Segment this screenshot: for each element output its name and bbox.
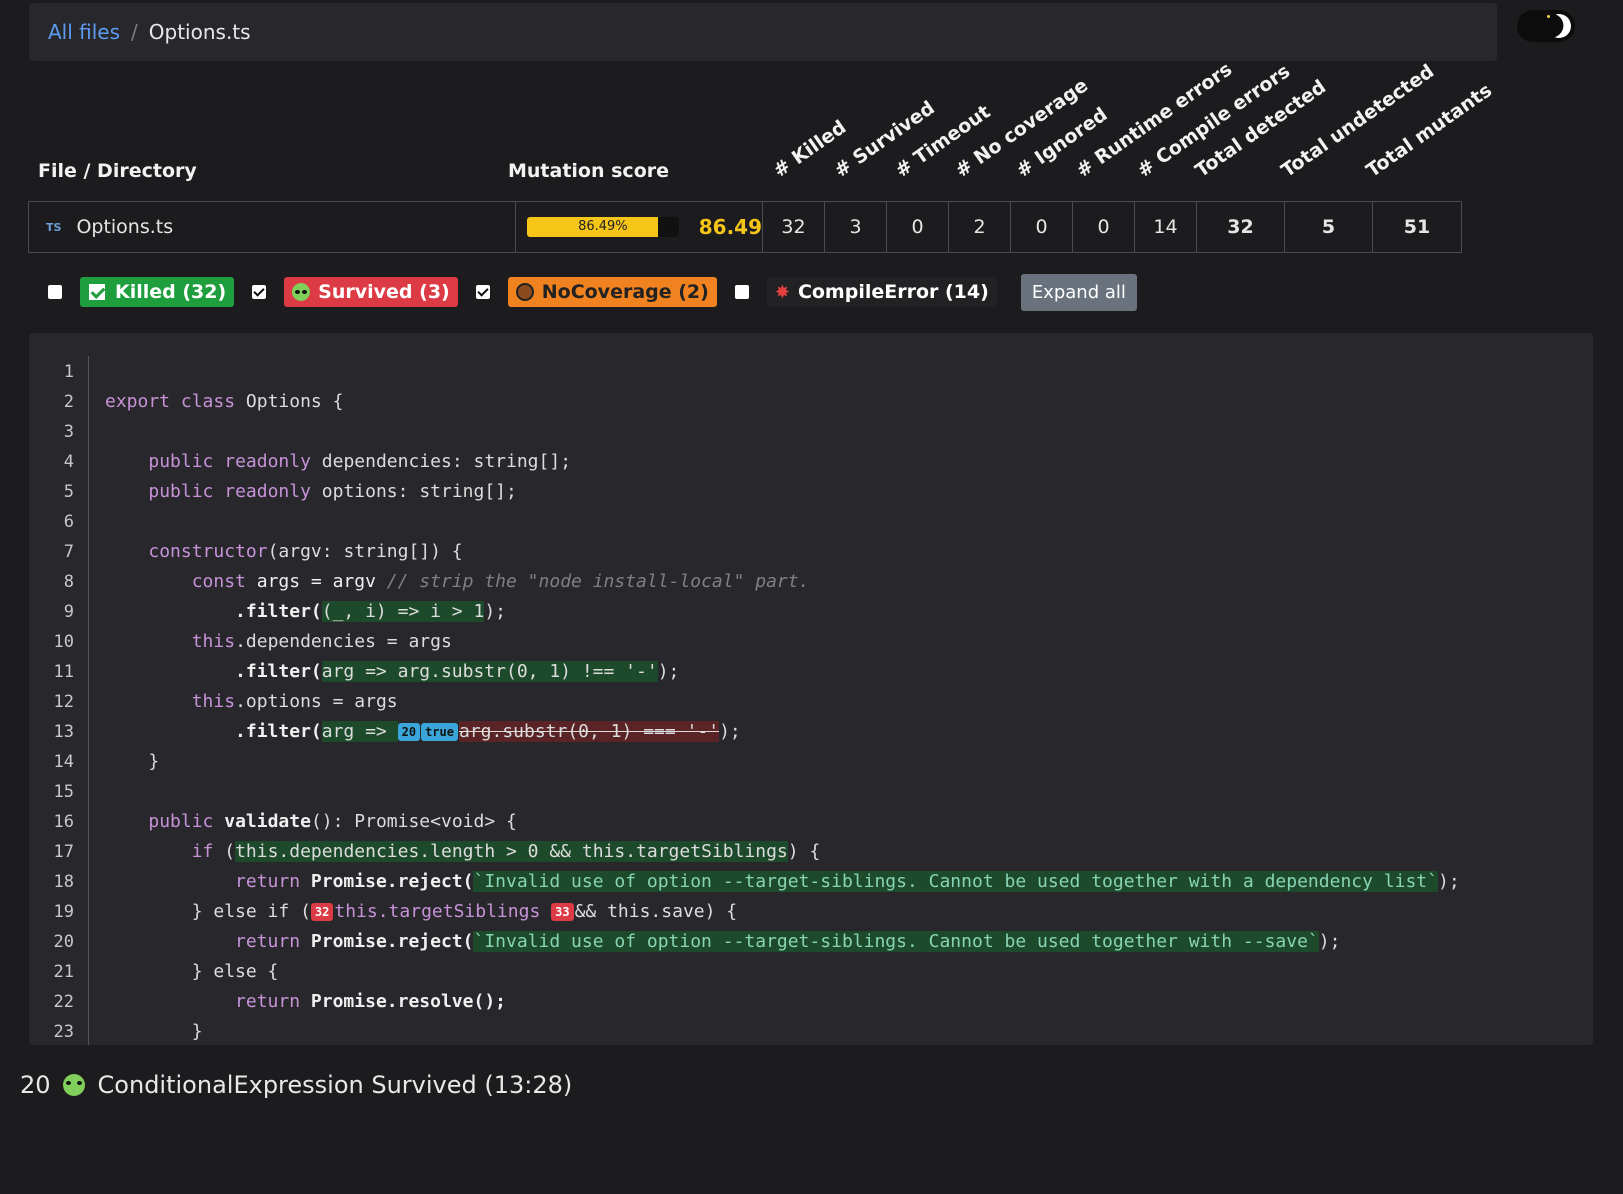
mutant-badge-20[interactable]: 20 [397, 723, 421, 741]
breadcrumb: All files / Options.ts [29, 3, 1497, 61]
code-line: 19 } else if (32 this.targetSiblings 33 &&… [53, 901, 738, 922]
nocoverage-label: NoCoverage (2) [541, 281, 709, 303]
breadcrumb-separator: / [131, 20, 138, 44]
runtime-errors-count: 0 [1073, 202, 1135, 252]
survived-checkbox[interactable] [252, 285, 267, 299]
code-line: 11 .filter(arg => arg.substr(0, 1) !== '… [53, 661, 680, 682]
code-line: 21 } else { [53, 961, 279, 982]
mutation-score: 86.49 [698, 215, 762, 239]
mutant-badge-32[interactable]: 32 [310, 903, 334, 921]
collision-icon: ✸ [774, 281, 790, 303]
breadcrumb-current: Options.ts [148, 20, 251, 44]
code-line: 2 export class Options { [63, 391, 344, 412]
code-line: 7 constructor(argv: string[]) { [63, 541, 463, 562]
killed-badge: Killed (32) [80, 277, 235, 307]
code-line: 22 return Promise.resolve(); [53, 991, 506, 1012]
nocoverage-checkbox[interactable] [475, 285, 490, 299]
theme-toggle[interactable] [1517, 10, 1575, 42]
code-line: 16 public validate(): Promise<void> { [53, 811, 517, 832]
mutant-status-bar: 20 ConditionalExpression Survived (13:28… [0, 1045, 1623, 1194]
code-line: 20 return Promise.reject(`Invalid use of… [53, 931, 1341, 952]
killed-count: 32 [763, 202, 825, 252]
alien-icon [292, 283, 311, 301]
mutant-killed-highlight: arg => arg.substr(0, 1) !== '-' [321, 661, 658, 682]
mutant-killed-highlight: (_, i) => i > 1 [321, 601, 485, 622]
file-cell: TS Options.ts [29, 202, 516, 252]
nocoverage-count: 2 [949, 202, 1011, 252]
score-progress-label: 86.49% [578, 219, 628, 234]
compile-errors-count: 14 [1135, 202, 1197, 252]
code-line: 18 return Promise.reject(`Invalid use of… [53, 871, 1460, 892]
mutant-description: ConditionalExpression Survived (13:28) [97, 1071, 573, 1099]
timeout-count: 0 [887, 202, 949, 252]
score-progress-bar: 86.49% [527, 217, 679, 237]
code-line: 9 .filter((_, i) => i > 1); [63, 601, 506, 622]
table-row: TS Options.ts 86.49% 86.49 32 3 0 2 0 0 … [28, 201, 1462, 253]
compile-error-checkbox[interactable] [734, 285, 749, 299]
code-line: 23 } [53, 1021, 203, 1042]
code-line: 17 if (this.dependencies.length > 0 && t… [53, 841, 821, 862]
check-icon [88, 283, 106, 301]
survived-badge: Survived (3) [284, 277, 458, 307]
mutant-badge-33[interactable]: 33 [551, 903, 574, 921]
alien-icon [62, 1074, 85, 1096]
code-line: 10 this.dependencies = args [53, 631, 452, 652]
compile-error-label: CompileError (14) [797, 281, 989, 303]
code-line: 8 const args = argv // strip the "node i… [63, 571, 810, 592]
code-line: 4 public readonly dependencies: string[]… [63, 451, 572, 472]
col-total-undetected-header: Total undetected [1277, 60, 1439, 182]
code-line: 1 [63, 362, 74, 382]
survived-count: 3 [825, 202, 887, 252]
code-line: 12 this.options = args [53, 691, 398, 712]
mutant-replacement-badge: true [421, 723, 458, 741]
code-viewer: 1 2 export class Options { 3 4 public rea… [29, 333, 1593, 1045]
total-mutants-count: 51 [1403, 216, 1431, 238]
mutant-id: 20 [20, 1071, 51, 1099]
nocoverage-badge: NoCoverage (2) [507, 277, 717, 307]
code-line: 6 [63, 512, 74, 532]
breadcrumb-all-files-link[interactable]: All files [48, 20, 120, 44]
code-line: 14 } [53, 751, 160, 772]
col-score-header: Mutation score [508, 160, 670, 182]
file-link[interactable]: Options.ts [76, 216, 173, 238]
compile-error-badge: ✸ CompileError (14) [766, 277, 997, 307]
code-line: 15 [53, 782, 74, 802]
mutant-filter-bar: Killed (32) Survived (3) NoCoverage (2) … [48, 273, 1137, 311]
total-detected-count: 32 [1197, 202, 1285, 252]
ignored-count: 0 [1011, 202, 1073, 252]
score-cell: 86.49% 86.49 [516, 202, 763, 252]
col-survived-header: # Survived [830, 96, 939, 182]
killed-checkbox[interactable] [48, 285, 62, 299]
killed-label: Killed (32) [115, 281, 227, 303]
typescript-file-icon: TS [46, 220, 62, 234]
code-line: 3 [63, 422, 74, 442]
code-line: 13 .filter(arg => 20 true arg.substr(0, 1)… [53, 721, 741, 742]
expand-all-button[interactable]: Expand all [1020, 273, 1137, 311]
code-line: 5 public readonly options: string[]; [63, 481, 517, 502]
total-undetected-count: 5 [1285, 202, 1373, 252]
mutant-original-code: arg.substr(0, 1) === '-' [458, 721, 720, 742]
survived-label: Survived (3) [318, 281, 450, 303]
code-listing: 1 2 export class Options { 3 4 public rea… [29, 357, 1460, 1045]
col-file-header: File / Directory [38, 160, 197, 182]
see-no-evil-monkey-icon [515, 283, 534, 301]
